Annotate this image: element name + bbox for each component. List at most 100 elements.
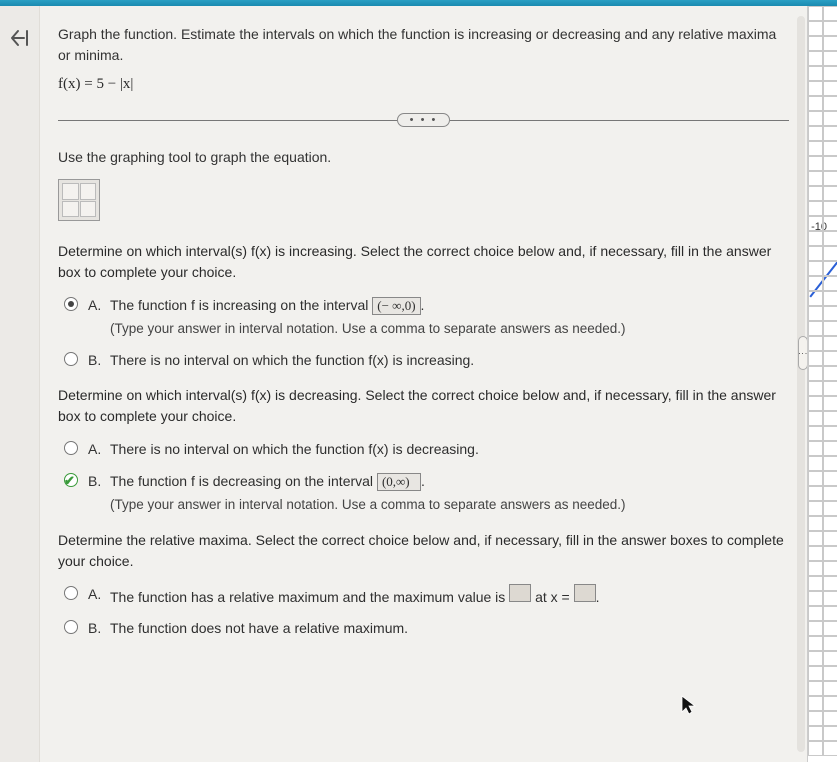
scrollbar-handle[interactable]: ⋮: [798, 336, 807, 370]
maxima-choice-a[interactable]: A. The function has a relative maximum a…: [64, 584, 789, 609]
radio-checked-icon[interactable]: [64, 473, 78, 487]
grid-cell: [808, 681, 823, 696]
graph-tool-button[interactable]: [58, 179, 100, 221]
grid-cell: [808, 576, 823, 591]
grid-cell: [808, 216, 823, 231]
graph-panel[interactable]: -10: [807, 6, 837, 762]
grid-cell: [808, 66, 823, 81]
decreasing-choice-b[interactable]: B. The function f is decreasing on the i…: [64, 471, 789, 516]
choice-text-after: .: [421, 297, 425, 313]
decreasing-choice-a[interactable]: A. There is no interval on which the fun…: [64, 439, 789, 461]
choice-text-after: .: [421, 473, 425, 489]
main-layout: Graph the function. Estimate the interva…: [0, 6, 837, 762]
choice-body: The function has a relative maximum and …: [110, 584, 789, 609]
grid-cell: [808, 261, 823, 276]
question-intro: Graph the function. Estimate the interva…: [58, 24, 789, 66]
radio-icon[interactable]: [64, 620, 78, 634]
grid-cell: [808, 621, 823, 636]
grid-cell: [823, 711, 837, 726]
answer-hint: (Type your answer in interval notation. …: [110, 319, 789, 340]
choice-body: There is no interval on which the functi…: [110, 439, 789, 461]
expand-pill[interactable]: • • •: [397, 113, 451, 127]
grid-cell: [823, 321, 837, 336]
grid-cell: [823, 366, 837, 381]
grid-cell: [808, 351, 823, 366]
scrollbar-track[interactable]: [797, 16, 805, 752]
grid-cell: [808, 426, 823, 441]
grid-cell: [808, 36, 823, 51]
choice-text-after: .: [596, 589, 600, 605]
choice-body: There is no interval on which the functi…: [110, 350, 789, 372]
graph-instruction: Use the graphing tool to graph the equat…: [58, 149, 789, 165]
maxima-choice-b[interactable]: B. The function does not have a relative…: [64, 618, 789, 640]
grid-cell: [823, 306, 837, 321]
grid-cell: [823, 621, 837, 636]
grid-cell: [823, 81, 837, 96]
grid-cell: [823, 396, 837, 411]
grid-cell: [823, 636, 837, 651]
grid-cell: [823, 21, 837, 36]
grid-cell: [808, 321, 823, 336]
increasing-choice-b[interactable]: B. There is no interval on which the fun…: [64, 350, 789, 372]
choice-letter: B.: [88, 618, 110, 640]
radio-icon[interactable]: [64, 441, 78, 455]
grid-cell: [823, 291, 837, 306]
grid-cell: [823, 696, 837, 711]
choice-body: The function f is increasing on the inte…: [110, 295, 789, 340]
answer-input-increasing[interactable]: (− ∞,0): [372, 297, 420, 315]
grid-cell: [808, 711, 823, 726]
grid-cell: [823, 246, 837, 261]
decreasing-prompt: Determine on which interval(s) f(x) is d…: [58, 385, 789, 427]
grid-cell: [808, 6, 823, 21]
answer-input-max-value[interactable]: [509, 584, 531, 602]
grid-cell: [808, 171, 823, 186]
grid-cell: [808, 411, 823, 426]
grid-cell: [808, 651, 823, 666]
grid-cell: [823, 441, 837, 456]
grid-cell: [823, 156, 837, 171]
grid-cell: [808, 561, 823, 576]
grid-cell: [808, 696, 823, 711]
grid-cell: [808, 81, 823, 96]
grid-cell: [823, 276, 837, 291]
grid-cell: [808, 396, 823, 411]
grid-cell: [823, 726, 837, 741]
answer-input-decreasing[interactable]: (0,∞): [377, 473, 421, 491]
grid-cell: [808, 141, 823, 156]
grid-cell: [823, 186, 837, 201]
grid-cell: [808, 276, 823, 291]
back-icon[interactable]: [9, 28, 31, 48]
grid-cell: [823, 531, 837, 546]
choice-text-before: The function f is decreasing on the inte…: [110, 473, 377, 489]
grid-cell: [823, 231, 837, 246]
divider-line-left: [58, 120, 397, 121]
increasing-choice-a[interactable]: A. The function f is increasing on the i…: [64, 295, 789, 340]
grid-cell: [823, 666, 837, 681]
radio-icon[interactable]: [64, 586, 78, 600]
radio-icon[interactable]: [64, 352, 78, 366]
grid-cell: [823, 516, 837, 531]
grid-cell: [823, 216, 837, 231]
choice-text-between: at x =: [535, 589, 574, 605]
section-divider: • • •: [58, 113, 789, 127]
answer-input-max-x[interactable]: [574, 584, 596, 602]
choice-letter: B.: [88, 471, 110, 493]
divider-line-right: [450, 120, 789, 121]
choice-letter: A.: [88, 584, 110, 606]
maxima-prompt: Determine the relative maxima. Select th…: [58, 530, 789, 572]
left-gutter: [0, 6, 40, 762]
grid-cell: [823, 6, 837, 21]
grid-cell: [823, 681, 837, 696]
function-equation: f(x) = 5 − |x|: [58, 76, 789, 93]
radio-selected-icon[interactable]: [64, 297, 78, 311]
choice-body: The function does not have a relative ma…: [110, 618, 789, 640]
grid-cell: [808, 606, 823, 621]
grid-cell: [823, 426, 837, 441]
grid-cell: [823, 141, 837, 156]
grid-cell: [823, 66, 837, 81]
grid-cell: [808, 366, 823, 381]
grid-cell: [808, 96, 823, 111]
grid-cell: [823, 501, 837, 516]
grid-cell: [808, 381, 823, 396]
grid-cell: [808, 666, 823, 681]
